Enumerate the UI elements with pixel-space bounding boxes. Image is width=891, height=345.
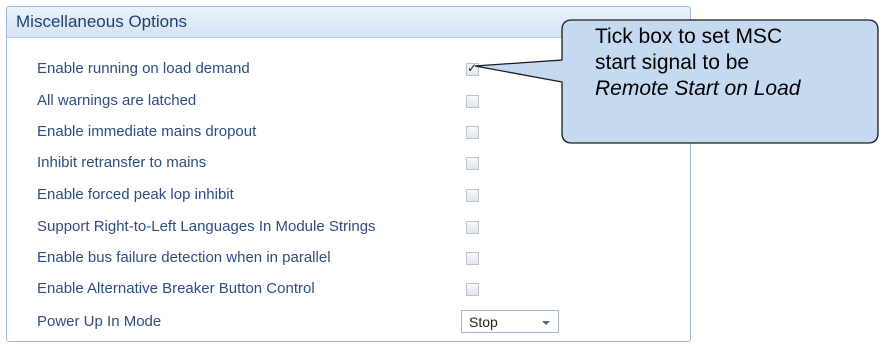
callout-line-2: start signal to be [595,51,750,74]
callout-text: Tick box to set MSC start signal to be R… [595,24,800,102]
callout-line-3: Remote Start on Load [595,77,801,100]
callout-line-1: Tick box to set MSC [595,25,783,48]
